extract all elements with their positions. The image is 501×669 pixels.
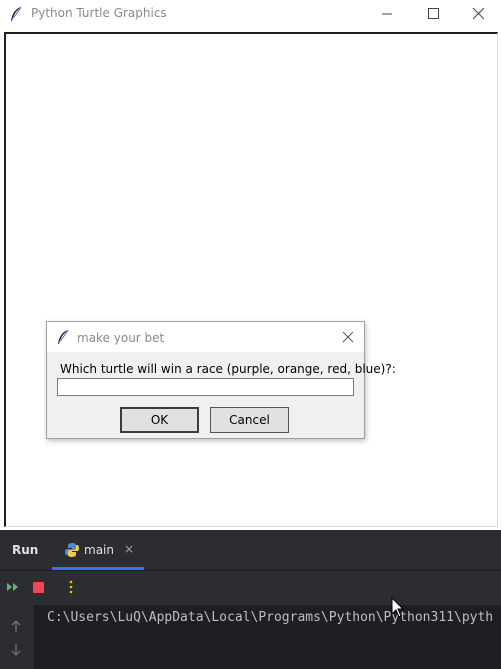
dialog-title-bar[interactable]: make your bet [47,322,364,352]
dialog-title: make your bet [77,331,165,345]
run-toolbar [0,571,501,605]
feather-icon [11,6,22,21]
dialog-prompt: Which turtle will win a race (purple, or… [60,362,396,376]
rerun-icon[interactable] [6,581,20,593]
more-options-icon[interactable] [68,580,74,594]
title-bar[interactable]: Python Turtle Graphics [0,0,501,28]
bet-input[interactable] [57,378,354,396]
run-tab-bar: Run main × [0,530,501,571]
mouse-cursor-icon [391,597,405,618]
tab-close-icon[interactable]: × [124,542,134,556]
active-tab-indicator [52,567,144,570]
feather-icon [58,329,69,344]
bet-dialog: make your bet Which turtle will win a ra… [46,321,396,439]
minimize-icon [382,13,392,15]
run-panel: Run main × C:\Users\LuQ\AppData\Local\Pr… [0,530,501,669]
cancel-button[interactable]: Cancel [210,407,289,433]
turtle-window: Python Turtle Graphics [0,0,501,530]
window-title: Python Turtle Graphics [31,6,167,20]
maximize-icon [428,8,439,19]
console-gutter [0,605,34,669]
arrow-up-icon[interactable] [10,619,22,633]
maximize-button[interactable] [410,0,456,28]
turtle-canvas[interactable] [4,32,498,527]
ok-button[interactable]: OK [120,407,199,433]
tab-main[interactable]: main × [52,530,144,570]
console-output-line: C:\Users\LuQ\AppData\Local\Programs\Pyth… [47,610,494,625]
close-icon [342,331,354,343]
tab-main-label: main [84,543,114,557]
arrow-down-icon[interactable] [10,643,22,657]
close-icon [472,8,484,20]
close-button[interactable] [455,0,501,28]
run-panel-title: Run [12,543,39,557]
minimize-button[interactable] [364,0,410,28]
stop-icon[interactable] [33,582,44,593]
dialog-close-button[interactable] [336,326,360,348]
python-icon [65,543,79,557]
